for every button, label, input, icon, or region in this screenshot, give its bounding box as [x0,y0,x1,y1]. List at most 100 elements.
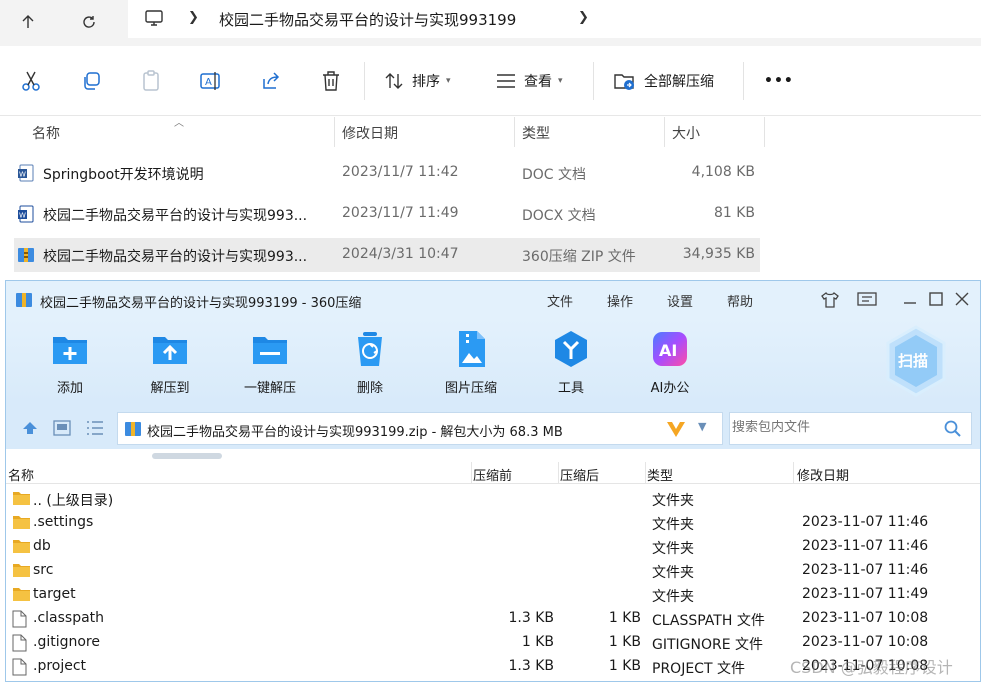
delete-archive-item-button[interactable]: 删除 [328,329,412,396]
column-type[interactable]: 类型 [522,123,550,143]
address-path-box[interactable]: ❯ 校园二手物品交易平台的设计与实现993199 ❯ [128,0,981,38]
arrow-up-icon [22,15,34,28]
menu-file[interactable]: 文件 [547,291,573,310]
archive-row[interactable]: .settings 文件夹 2023-11-07 11:46 [6,510,980,534]
menu-operation[interactable]: 操作 [607,291,633,310]
archive-item-modified: 2023-11-07 11:46 [802,538,929,554]
column-divider[interactable] [764,117,765,147]
archive-item-type: 文件夹 [652,565,694,581]
folder-icon [12,586,31,602]
file-list-header: 名称 ︿ 修改日期 类型 大小 [0,117,981,147]
column-modified[interactable]: 修改日期 [797,465,849,484]
search-icon[interactable] [944,420,962,438]
one-click-extract-icon [253,337,287,364]
more-options-button[interactable]: ••• [764,69,794,93]
path-dropdown-icon[interactable]: ▼ [698,420,706,433]
column-modified[interactable]: 修改日期 [342,123,398,143]
column-divider[interactable] [793,462,794,484]
file-modified: 2024/3/31 10:47 [342,246,459,262]
column-size-after[interactable]: 压缩后 [560,465,599,484]
image-compress-icon [459,331,485,367]
svg-text:W: W [19,212,26,220]
view-label: 查看 [524,74,552,90]
archive-item-type: 文件夹 [652,589,694,605]
zip-address-bar: 校园二手物品交易平台的设计与实现993199.zip - 解包大小为 68.3 … [6,403,980,449]
archive-row[interactable]: db 文件夹 2023-11-07 11:46 [6,534,980,558]
extract-all-button[interactable]: 全部解压缩 [614,69,714,93]
one-click-extract-button[interactable]: 一键解压 [228,329,312,396]
up-level-icon[interactable] [22,421,38,435]
menu-settings[interactable]: 设置 [667,291,693,310]
sort-button[interactable]: 排序 ▾ [384,69,451,93]
chevron-down-icon: ▾ [446,76,451,86]
refresh-button[interactable] [73,6,105,38]
column-divider[interactable] [664,117,665,147]
column-divider[interactable] [558,462,559,484]
menu-help[interactable]: 帮助 [727,291,753,310]
archive-item-modified: 2023-11-07 10:08 [802,610,929,626]
chevron-right-icon[interactable]: ❯ [578,10,589,25]
view-button[interactable]: 查看 ▾ [496,69,563,93]
archive-item-type: 文件夹 [652,541,694,557]
add-button[interactable]: 添加 [28,329,112,396]
breadcrumb-folder[interactable]: 校园二手物品交易平台的设计与实现993199 [219,9,516,30]
column-type[interactable]: 类型 [647,465,673,484]
archive-row[interactable]: .classpath 1.3 KB 1 KB CLASSPATH 文件 2023-11-… [6,606,980,630]
archive-search-input[interactable] [732,420,932,435]
zip-archive-icon [18,248,34,262]
column-size-before[interactable]: 压缩前 [473,465,512,484]
tools-hexagon-icon [555,331,587,367]
file-modified: 2023/11/7 11:42 [342,164,459,180]
scan-button[interactable]: 扫描 [884,325,948,397]
paste-button[interactable] [141,69,161,93]
minimize-icon[interactable] [903,293,917,307]
copy-button[interactable] [81,69,101,93]
skin-tshirt-icon[interactable] [820,291,840,309]
watermark-text: CSDN @弘毅程序设计 [790,658,953,677]
extract-to-button[interactable]: 解压到 [128,329,212,396]
sort-label: 排序 [412,74,440,90]
scissors-icon [22,71,40,91]
column-name[interactable]: 名称 [32,123,60,143]
ai-office-icon: AI [653,332,687,366]
column-divider[interactable] [334,117,335,147]
up-button[interactable] [12,6,44,38]
column-divider[interactable] [471,462,472,484]
share-button[interactable] [261,69,281,93]
thumbnail-view-icon[interactable] [53,420,71,436]
verified-check-icon [667,422,685,437]
tools-button[interactable]: 工具 [529,329,613,396]
archive-row[interactable]: .gitignore 1 KB 1 KB GITIGNORE 文件 2023-11-07… [6,630,980,654]
close-icon[interactable] [955,292,969,306]
list-view-icon[interactable] [86,420,104,436]
address-bar: ❯ 校园二手物品交易平台的设计与实现993199 ❯ [0,0,981,46]
archive-search-box[interactable] [729,412,972,445]
rename-button[interactable]: A [200,69,222,93]
archive-item-modified: 2023-11-07 11:46 [802,514,929,530]
image-compress-button[interactable]: 图片压缩 [429,329,513,396]
folder-icon [12,490,31,506]
file-row[interactable]: W Springboot开发环境说明 2023/11/7 11:42 DOC 文… [14,156,760,190]
horizontal-scrollbar[interactable] [152,453,222,459]
clipboard-icon [143,70,159,91]
feedback-icon[interactable] [857,292,877,308]
delete-button[interactable] [321,69,341,93]
archive-path-text: 校园二手物品交易平台的设计与实现993199.zip - 解包大小为 68.3 … [147,425,563,440]
zip-title-bar[interactable]: 校园二手物品交易平台的设计与实现993199 - 360压缩 文件 操作 设置 … [6,281,980,319]
archive-item-modified: 2023-11-07 11:46 [802,562,929,578]
add-folder-icon [53,337,87,364]
maximize-icon[interactable] [929,292,943,306]
archive-row[interactable]: target 文件夹 2023-11-07 11:49 [6,582,980,606]
cut-button[interactable] [21,69,41,93]
column-size[interactable]: 大小 [672,123,700,143]
archive-path-field[interactable]: 校园二手物品交易平台的设计与实现993199.zip - 解包大小为 68.3 … [117,412,723,445]
archive-row[interactable]: .. (上级目录) 文件夹 [6,486,980,510]
file-type: DOCX 文档 [522,208,596,224]
ai-office-button[interactable]: AI AI办公 [628,329,712,396]
file-row-selected[interactable]: 校园二手物品交易平台的设计与实现993... 2024/3/31 10:47 3… [14,238,760,272]
column-name[interactable]: 名称 [8,465,34,484]
file-row[interactable]: W 校园二手物品交易平台的设计与实现993... 2023/11/7 11:49… [14,197,760,231]
column-divider[interactable] [514,117,515,147]
column-divider[interactable] [645,462,646,484]
archive-row[interactable]: src 文件夹 2023-11-07 11:46 [6,558,980,582]
